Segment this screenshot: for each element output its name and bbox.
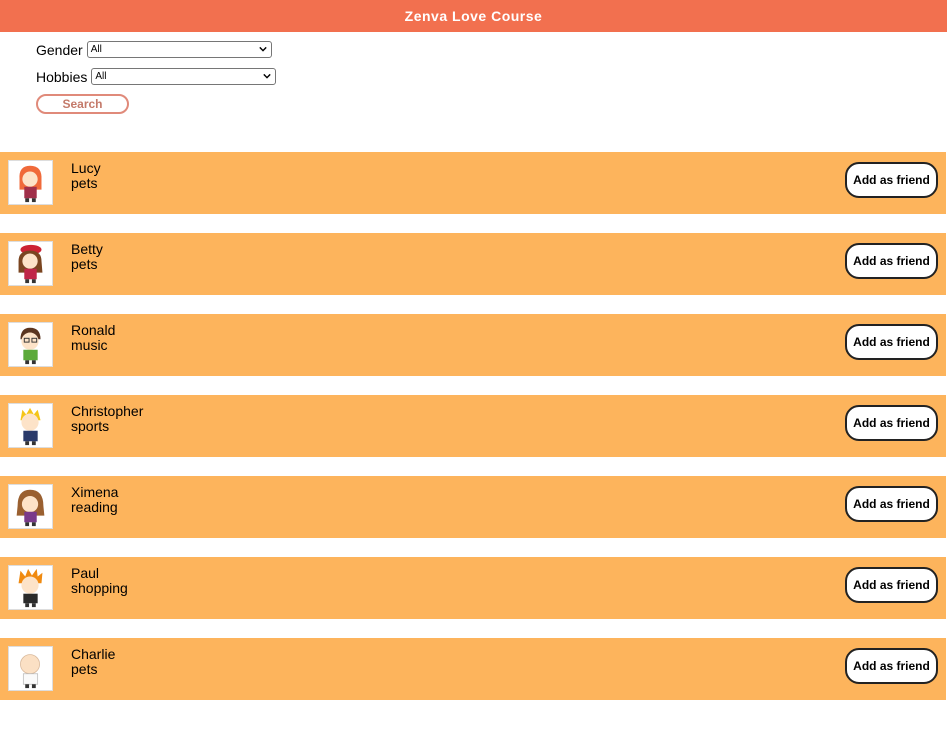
person-hobby: music (71, 337, 108, 353)
person-name: Lucy (71, 160, 101, 176)
gender-filter-row: Gender All (36, 40, 276, 59)
avatar (8, 322, 53, 367)
hobbies-select-value: All (95, 71, 107, 82)
avatar (8, 484, 53, 529)
person-info: Betty pets (71, 242, 103, 272)
avatar-charlie-icon (20, 654, 40, 689)
avatar-betty-icon (18, 244, 43, 284)
person-hobby: sports (71, 418, 110, 434)
chevron-down-icon (258, 46, 267, 52)
avatar (8, 403, 53, 448)
app-header: Zenva Love Course (0, 0, 947, 32)
person-info: Christopher sports (71, 404, 143, 434)
person-hobby: pets (71, 256, 98, 272)
gender-select-value: All (90, 44, 102, 55)
person-info: Ronald music (71, 323, 115, 353)
add-friend-button[interactable]: Add as friend (845, 243, 938, 279)
filters-panel: Gender All Hobbies All Search (36, 40, 277, 114)
gender-label: Gender (36, 41, 83, 58)
hobbies-filter-row: Hobbies All (36, 67, 277, 86)
person-info: Paul shopping (71, 566, 128, 596)
person-name: Betty (71, 241, 103, 257)
avatar-ximena-icon (16, 489, 45, 527)
person-name: Paul (71, 565, 100, 581)
list-item: Ximena reading Add as friend (0, 476, 946, 538)
person-hobby: shopping (71, 580, 128, 596)
avatar-lucy-icon (19, 165, 42, 203)
search-button[interactable]: Search (36, 94, 129, 114)
person-info: Ximena reading (71, 485, 118, 515)
person-name: Ximena (71, 484, 119, 500)
person-info: Lucy pets (71, 161, 101, 191)
add-friend-button[interactable]: Add as friend (845, 162, 938, 198)
list-item: Betty pets Add as friend (0, 233, 946, 295)
add-friend-button[interactable]: Add as friend (845, 486, 938, 522)
person-name: Ronald (71, 322, 116, 338)
person-hobby: pets (71, 661, 98, 677)
list-item: Paul shopping Add as friend (0, 557, 946, 619)
person-name: Christopher (71, 403, 144, 419)
person-hobby: pets (71, 175, 98, 191)
people-list: Lucy pets Add as friend Betty pets Add a… (0, 152, 946, 719)
hobbies-select[interactable]: All (91, 68, 277, 85)
add-friend-button[interactable]: Add as friend (845, 324, 938, 360)
avatar-ronald-icon (20, 327, 41, 365)
person-name: Charlie (71, 646, 116, 662)
chevron-down-icon (263, 73, 272, 79)
person-hobby: reading (71, 499, 118, 515)
avatar-christopher-icon (20, 407, 41, 446)
gender-select[interactable]: All (86, 41, 272, 58)
add-friend-button[interactable]: Add as friend (845, 405, 938, 441)
add-friend-button[interactable]: Add as friend (845, 648, 938, 684)
list-item: Ronald music Add as friend (0, 314, 946, 376)
avatar (8, 565, 53, 610)
add-friend-button[interactable]: Add as friend (845, 567, 938, 603)
list-item: Charlie pets Add as friend (0, 638, 946, 700)
avatar (8, 160, 53, 205)
hobbies-label: Hobbies (36, 68, 88, 85)
avatar-paul-icon (18, 568, 43, 608)
list-item: Christopher sports Add as friend (0, 395, 946, 457)
list-item: Lucy pets Add as friend (0, 152, 946, 214)
avatar (8, 241, 53, 286)
avatar (8, 646, 53, 691)
person-info: Charlie pets (71, 647, 115, 677)
app-title: Zenva Love Course (404, 8, 543, 24)
